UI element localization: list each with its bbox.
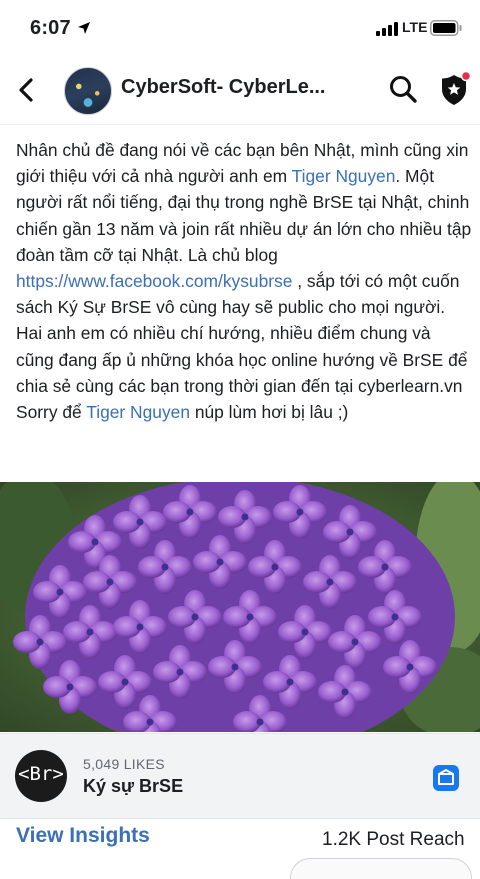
back-arrow-icon[interactable] — [14, 76, 38, 104]
network-type: LTE — [402, 19, 428, 35]
post-paragraph-2: Hai anh em có nhiều chí hướng, nhiều điể… — [16, 323, 468, 396]
shared-page-card[interactable]: <Br> 5,049 LIKES Ký sự BrSE — [0, 733, 480, 819]
nav-header: CyberSoft- CyberLe... — [0, 56, 480, 125]
post-reach-count: 1.2K Post Reach — [322, 829, 465, 850]
location-arrow-icon — [78, 22, 90, 34]
status-time: 6:07 — [30, 17, 71, 39]
battery-icon — [430, 20, 462, 36]
post-paragraph-1: Nhân chủ đề đang nói về các bạn bên Nhật… — [16, 137, 472, 320]
post-text-segment: núp lùm hơi bị lâu ;) — [190, 402, 349, 423]
blog-link[interactable]: https://www.facebook.com/kysubrse — [16, 271, 292, 291]
hydrangea-image — [0, 482, 480, 732]
page-name[interactable]: Ký sự BrSE — [83, 776, 183, 797]
boost-button-partial[interactable] — [290, 858, 472, 879]
page-avatar[interactable] — [64, 67, 112, 115]
post-photo[interactable] — [0, 482, 480, 732]
page-title[interactable]: CyberSoft- CyberLe... — [121, 76, 325, 99]
signal-icon — [376, 22, 398, 36]
status-bar: 6:07 LTE — [0, 0, 480, 56]
search-icon[interactable] — [388, 74, 418, 104]
view-insights-link[interactable]: View Insights — [16, 824, 150, 848]
post-text-segment: Sorry để — [16, 402, 87, 423]
post-text: Nhân chủ đề đang nói về các bạn bên Nhật… — [16, 137, 472, 425]
page-logo[interactable]: <Br> — [15, 750, 67, 802]
page-likes-count: 5,049 LIKES — [83, 756, 165, 772]
save-icon[interactable] — [432, 764, 460, 792]
shield-star-icon[interactable] — [438, 71, 472, 107]
mention-tiger-nguyen[interactable]: Tiger Nguyen — [292, 166, 396, 186]
mention-tiger-nguyen-2[interactable]: Tiger Nguyen — [86, 402, 190, 422]
post-paragraph-3: Sorry để Tiger Nguyen núp lùm hơi bị lâu… — [16, 399, 472, 425]
page-logo-text: <Br> — [18, 763, 64, 785]
